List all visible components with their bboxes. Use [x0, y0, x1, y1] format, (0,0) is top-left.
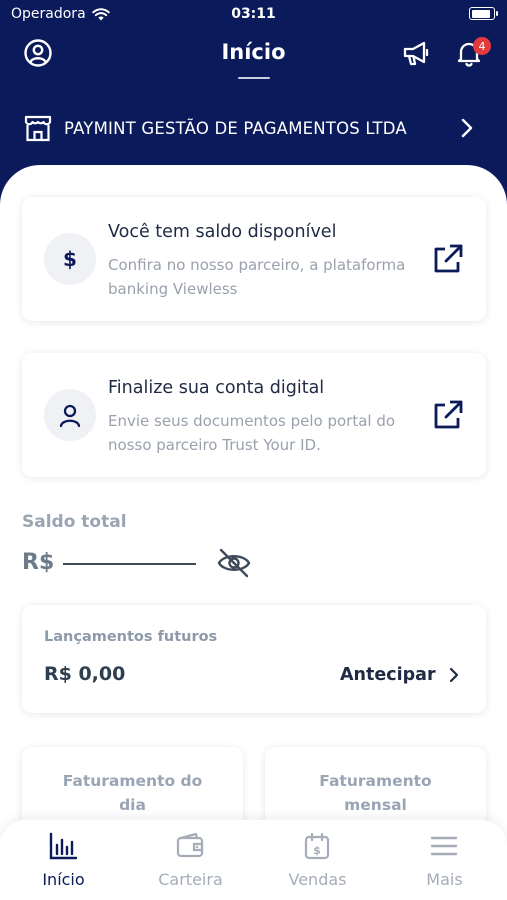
notification-badge: 4: [473, 37, 491, 55]
tab-label: Vendas: [288, 870, 347, 889]
tab-mais[interactable]: Mais: [381, 820, 507, 900]
calendar-dollar-icon: $: [304, 832, 330, 860]
battery-fill: [471, 9, 490, 18]
clock: 03:11: [231, 6, 276, 22]
card-title: Finalize sua conta digital: [108, 378, 325, 398]
total-balance-label: Saldo total: [22, 512, 127, 532]
anticipate-button[interactable]: Antecipar: [340, 665, 460, 685]
hidden-balance-mask: [63, 563, 196, 565]
notifications-button[interactable]: 4: [451, 35, 491, 71]
eye-off-icon[interactable]: [215, 546, 253, 580]
title-underline: [238, 77, 270, 79]
external-link-icon[interactable]: [430, 397, 466, 433]
dollar-icon: $: [44, 233, 96, 285]
anticipate-label: Antecipar: [340, 665, 436, 685]
tab-carteira[interactable]: Carteira: [127, 820, 254, 900]
card-description: Confira no nosso parceiro, a plataforma …: [108, 256, 406, 298]
future-entries-label: Lançamentos futuros: [44, 629, 218, 645]
tab-label: Início: [42, 870, 85, 889]
card-title: Você tem saldo disponível: [108, 222, 337, 242]
digital-account-card[interactable]: Finalize sua conta digital Envie seus do…: [22, 353, 486, 477]
company-selector[interactable]: PAYMINT GESTÃO DE PAGAMENTOS LTDA: [0, 108, 507, 150]
menu-icon: [430, 836, 458, 856]
company-name: PAYMINT GESTÃO DE PAGAMENTOS LTDA: [64, 119, 407, 138]
battery-icon: [469, 7, 498, 20]
bar-chart-icon: [49, 832, 78, 860]
main-content: $ Você tem saldo disponível Confira no n…: [0, 165, 507, 900]
card-description: Envie seus documentos pelo portal do nos…: [108, 412, 396, 454]
status-bar: Operadora 03:11: [0, 0, 507, 28]
chevron-right-icon: [449, 667, 458, 683]
chevron-right-icon: [461, 118, 473, 138]
tab-bar: Início Carteira $ Vendas Mais: [0, 820, 507, 900]
available-balance-card[interactable]: $ Você tem saldo disponível Confira no n…: [22, 197, 486, 321]
monthly-revenue-label: Faturamento mensal: [319, 772, 432, 814]
tab-label: Mais: [426, 870, 463, 889]
wallet-icon: [176, 832, 204, 858]
svg-text:$: $: [313, 844, 321, 857]
header: Início 4: [0, 28, 507, 88]
store-icon: [24, 115, 52, 142]
external-link-icon[interactable]: [430, 241, 466, 277]
future-entries-card: Lançamentos futuros R$ 0,00 Antecipar: [22, 605, 486, 713]
currency-symbol: R$: [22, 550, 55, 575]
user-icon: [44, 389, 96, 441]
tab-inicio[interactable]: Início: [0, 820, 127, 900]
dollar-symbol: $: [63, 247, 77, 271]
daily-revenue-label: Faturamento do dia: [62, 772, 203, 814]
future-entries-value: R$ 0,00: [44, 663, 126, 685]
announcements-button[interactable]: [398, 35, 434, 71]
megaphone-icon: [403, 41, 429, 66]
tab-vendas[interactable]: $ Vendas: [254, 820, 381, 900]
tab-label: Carteira: [158, 870, 223, 889]
person-icon: [59, 404, 81, 428]
